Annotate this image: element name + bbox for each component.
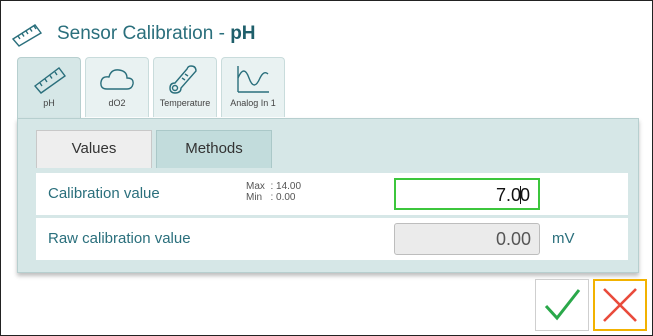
tab-ph[interactable]: pH [17, 57, 81, 119]
tab-values[interactable]: Values [36, 130, 152, 168]
tab-label: pH [43, 98, 55, 108]
ruler-icon [11, 24, 43, 47]
raw-calibration-value-row: Raw calibration value 0.00 mV [36, 218, 628, 260]
calibration-value-row: Calibration value Max : 14.00 Min : 0.00… [36, 173, 628, 215]
ruler-icon [33, 67, 66, 94]
page-title: Sensor Calibration - pH [57, 23, 256, 44]
raw-calibration-value-field: 0.00 [394, 223, 540, 255]
min-limit: Min : 0.00 [246, 192, 296, 203]
title-bar: Sensor Calibration - pH [1, 1, 652, 51]
cancel-button[interactable] [593, 279, 647, 331]
thermometer-icon [169, 65, 197, 94]
close-icon [603, 288, 637, 322]
cloud-icon [100, 69, 134, 90]
tab-label: dO2 [108, 98, 126, 108]
tab-temperature[interactable]: Temperature [153, 57, 217, 117]
tab-label: Analog In 1 [230, 98, 276, 108]
tab-do2[interactable]: dO2 [85, 57, 149, 117]
max-limit: Max : 14.00 [246, 181, 302, 192]
calibration-value-label: Calibration value [48, 185, 160, 202]
checkmark-icon [544, 289, 581, 321]
calibration-dialog: Sensor Calibration - pH pH dO2 Temperatu… [0, 0, 653, 336]
value-limits: Max : 14.00 Min : 0.00 [246, 181, 301, 203]
tab-label: Temperature [159, 98, 211, 108]
raw-calibration-value-label: Raw calibration value [48, 230, 191, 247]
calibration-value-input[interactable]: 7.00 [394, 178, 540, 210]
waveform-icon [237, 66, 269, 93]
tab-analog-in-1[interactable]: Analog In 1 [221, 57, 285, 117]
confirm-button[interactable] [535, 279, 589, 331]
calibration-panel: Values Methods Calibration value Max : 1… [17, 118, 639, 273]
unit-label: mV [552, 230, 575, 247]
tab-methods[interactable]: Methods [156, 130, 272, 168]
